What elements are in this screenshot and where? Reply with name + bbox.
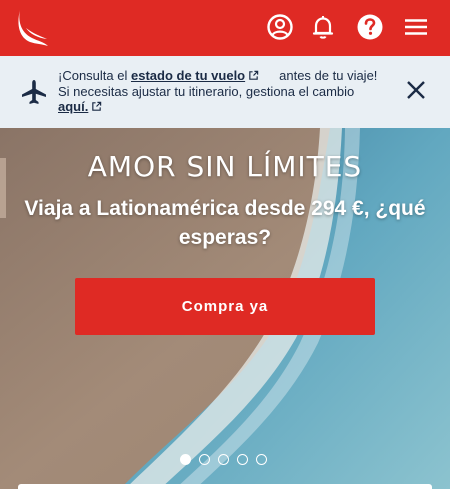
notice-line1-prefix: ¡Consulta el	[58, 68, 131, 83]
flight-status-notice: ¡Consulta el estado de tu vuelo antes de …	[0, 56, 450, 128]
hero-title: AMOR SIN LÍMITES	[87, 150, 363, 183]
notice-text: ¡Consulta el estado de tu vuelo antes de …	[58, 68, 398, 115]
help-question-icon[interactable]	[355, 12, 385, 42]
manage-change-link[interactable]: aquí.	[58, 99, 88, 114]
carousel-dot[interactable]	[218, 454, 229, 465]
carousel-dot[interactable]	[237, 454, 248, 465]
flight-status-link[interactable]: estado de tu vuelo	[131, 68, 245, 83]
carousel-pagination	[180, 454, 267, 466]
carousel-dot[interactable]	[256, 454, 267, 465]
hero-banner: AMOR SIN LÍMITES Viaja a Lationamérica d…	[0, 128, 450, 489]
carousel-dot[interactable]	[180, 454, 191, 465]
airplane-icon	[22, 80, 46, 104]
external-link-icon[interactable]	[248, 70, 259, 81]
buy-now-button[interactable]: Compra ya	[75, 278, 375, 335]
close-icon[interactable]	[404, 78, 428, 102]
hero-subtitle: Viaja a Lationamérica desde 294 €, ¿qué …	[24, 197, 426, 249]
carousel-dot[interactable]	[199, 454, 210, 465]
bell-notifications-icon[interactable]	[308, 12, 338, 42]
booking-card-edge	[18, 484, 432, 489]
user-account-icon[interactable]	[265, 12, 295, 42]
notice-line2-text: Si necesitas ajustar tu itinerario, gest…	[58, 83, 355, 99]
top-navigation-bar	[0, 0, 450, 56]
bird-logo-icon[interactable]	[14, 8, 50, 48]
notice-line1-suffix: antes de tu viaje!	[279, 68, 378, 83]
hamburger-menu-icon[interactable]	[401, 12, 431, 42]
external-link-icon[interactable]	[91, 101, 102, 112]
